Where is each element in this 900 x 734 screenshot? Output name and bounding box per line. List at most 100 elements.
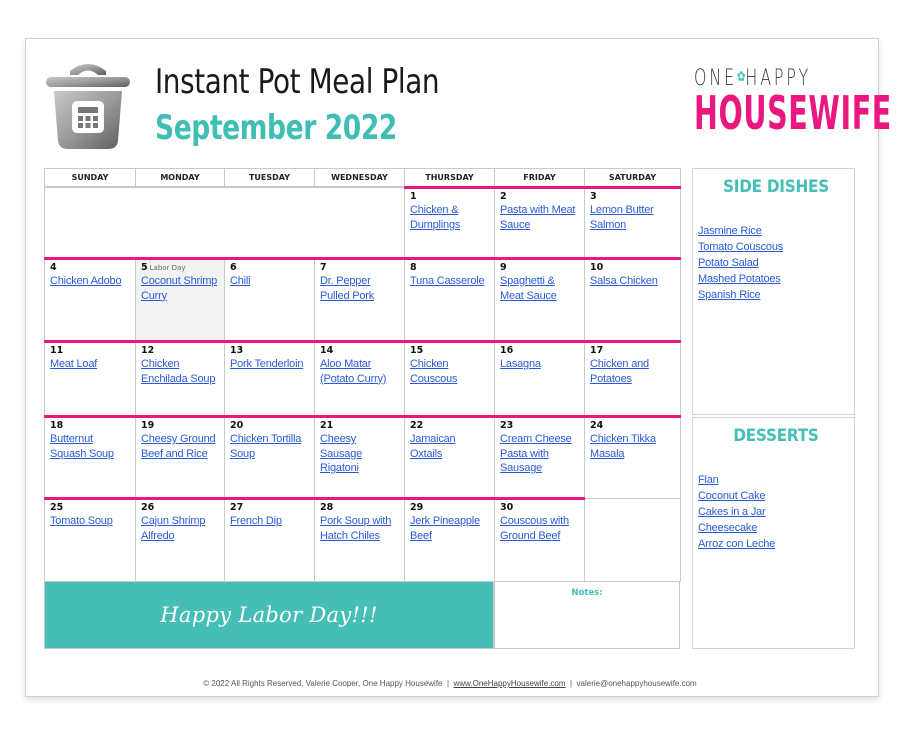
recipe-link[interactable]: Chicken and Potatoes bbox=[590, 357, 675, 386]
recipe-link[interactable]: Jamaican Oxtails bbox=[410, 432, 489, 461]
day-cell: 20 Chicken Tortilla Soup bbox=[224, 416, 315, 499]
footer: © 2022 All Rights Reserved, Valerie Coop… bbox=[0, 679, 900, 688]
day-number: 27 bbox=[230, 502, 309, 514]
footer-website-link[interactable]: www.OneHappyHousewife.com bbox=[453, 679, 565, 688]
weekday-header-thursday: THURSDAY bbox=[404, 168, 495, 187]
day-number-value: 8 bbox=[410, 262, 417, 273]
recipe-link[interactable]: Chicken Tikka Masala bbox=[590, 432, 675, 461]
recipe-link[interactable]: Spaghetti & Meat Sauce bbox=[500, 274, 579, 303]
recipe-link[interactable]: Chicken Enchilada Soup bbox=[141, 357, 219, 386]
day-number-value: 1 bbox=[410, 191, 417, 202]
day-number: 28 bbox=[320, 502, 399, 514]
day-number: 15 bbox=[410, 345, 489, 357]
notes-label: Notes: bbox=[571, 588, 603, 598]
recipe-link[interactable]: Lemon Butter Salmon bbox=[590, 203, 675, 232]
recipe-link[interactable]: Pasta with Meat Sauce bbox=[500, 203, 579, 232]
day-number: 14 bbox=[320, 345, 399, 357]
day-number: 11 bbox=[50, 345, 130, 357]
recipe-link[interactable]: Tomato Couscous bbox=[698, 239, 854, 255]
day-number: 23 bbox=[500, 420, 579, 432]
recipe-link[interactable]: Chicken Tortilla Soup bbox=[230, 432, 309, 461]
day-number-value: 4 bbox=[50, 262, 57, 273]
recipe-link[interactable]: Cream Cheese Pasta with Sausage bbox=[500, 432, 579, 476]
day-number: 24 bbox=[590, 420, 675, 432]
recipe-link[interactable]: Coconut Cake bbox=[698, 488, 854, 504]
week-separator-line bbox=[44, 497, 585, 500]
side-dishes-box: SIDE DISHES Jasmine Rice Tomato Couscous P… bbox=[692, 168, 855, 415]
day-cell: 3 Lemon Butter Salmon bbox=[584, 187, 681, 259]
weekday-header-tuesday: TUESDAY bbox=[224, 168, 315, 187]
recipe-link[interactable]: Potato Salad bbox=[698, 255, 854, 271]
holiday-label: Labor Day bbox=[149, 264, 186, 272]
recipe-link[interactable]: French Dip bbox=[230, 514, 309, 529]
day-number-value: 24 bbox=[590, 420, 604, 431]
recipe-link[interactable]: Chili bbox=[230, 274, 309, 289]
day-cell: 23 Cream Cheese Pasta with Sausage bbox=[494, 416, 585, 499]
day-number: 3 bbox=[590, 191, 675, 203]
day-number-value: 26 bbox=[141, 502, 155, 513]
day-cell: 7 Dr. Pepper Pulled Pork bbox=[314, 258, 405, 342]
desserts-box: DESSERTS Flan Coconut Cake Cakes in a Jar C… bbox=[692, 417, 855, 649]
day-number: 8 bbox=[410, 262, 489, 274]
notes-box[interactable]: Notes: bbox=[494, 581, 680, 649]
day-number-value: 11 bbox=[50, 345, 64, 356]
week-separator-line bbox=[44, 415, 681, 418]
week-separator-line bbox=[404, 186, 681, 189]
recipe-link[interactable]: Chicken Couscous bbox=[410, 357, 489, 386]
day-cell: 25 Tomato Soup bbox=[44, 498, 136, 582]
recipe-link[interactable]: Coconut Shrimp Curry bbox=[141, 274, 219, 303]
recipe-link[interactable]: Spanish Rice bbox=[698, 287, 854, 303]
day-cell: 19 Cheesy Ground Beef and Rice bbox=[135, 416, 225, 499]
recipe-link[interactable]: Arroz con Leche bbox=[698, 536, 854, 552]
recipe-link[interactable]: Aloo Matar (Potato Curry) bbox=[320, 357, 399, 386]
recipe-link[interactable]: Jasmine Rice bbox=[698, 223, 854, 239]
recipe-link[interactable]: Dr. Pepper Pulled Pork bbox=[320, 274, 399, 303]
recipe-link[interactable]: Meat Loaf bbox=[50, 357, 130, 372]
recipe-link[interactable]: Flan bbox=[698, 472, 854, 488]
recipe-link[interactable]: Butternut Squash Soup bbox=[50, 432, 130, 461]
week-separator-line bbox=[44, 257, 681, 260]
day-number: 10 bbox=[590, 262, 675, 274]
day-number-value: 16 bbox=[500, 345, 514, 356]
recipe-link[interactable]: Chicken & Dumplings bbox=[410, 203, 489, 232]
recipe-link[interactable]: Mashed Potatoes bbox=[698, 271, 854, 287]
day-number: 17 bbox=[590, 345, 675, 357]
recipe-link[interactable]: Chicken Adobo bbox=[50, 274, 130, 289]
day-number-value: 5 bbox=[141, 262, 148, 273]
recipe-link[interactable]: Cheesecake bbox=[698, 520, 854, 536]
day-number: 7 bbox=[320, 262, 399, 274]
recipe-link[interactable]: Cajun Shrimp Alfredo bbox=[141, 514, 219, 543]
recipe-link[interactable]: Couscous with Ground Beef bbox=[500, 514, 579, 543]
recipe-link[interactable]: Pork Tenderloin bbox=[230, 357, 309, 372]
day-number: 12 bbox=[141, 345, 219, 357]
recipe-link[interactable]: Pork Soup with Hatch Chiles bbox=[320, 514, 399, 543]
day-number: 1 bbox=[410, 191, 489, 203]
recipe-link[interactable]: Jerk Pineapple Beef bbox=[410, 514, 489, 543]
recipe-link[interactable]: Cheesy Ground Beef and Rice bbox=[141, 432, 219, 461]
day-cell: 24 Chicken Tikka Masala bbox=[584, 416, 681, 499]
day-cell: 30 Couscous with Ground Beef bbox=[494, 498, 585, 582]
day-number-value: 29 bbox=[410, 502, 424, 513]
page-title: Instant Pot Meal Plan bbox=[155, 62, 440, 102]
empty-day-cell bbox=[584, 498, 681, 582]
day-number-value: 15 bbox=[410, 345, 424, 356]
recipe-link[interactable]: Lasagna bbox=[500, 357, 579, 372]
day-number: 16 bbox=[500, 345, 579, 357]
day-number-value: 23 bbox=[500, 420, 514, 431]
holiday-banner-text: Happy Labor Day!!! bbox=[160, 603, 378, 627]
day-cell: 17 Chicken and Potatoes bbox=[584, 341, 681, 417]
day-number: 20 bbox=[230, 420, 309, 432]
day-number-value: 22 bbox=[410, 420, 424, 431]
recipe-link[interactable]: Cheesy Sausage Rigatoni bbox=[320, 432, 399, 476]
holiday-banner: Happy Labor Day!!! bbox=[44, 581, 494, 649]
day-cell: 10 Salsa Chicken bbox=[584, 258, 681, 342]
recipe-link[interactable]: Tuna Casserole bbox=[410, 274, 489, 289]
day-cell: 27 French Dip bbox=[224, 498, 315, 582]
recipe-link[interactable]: Cakes in a Jar bbox=[698, 504, 854, 520]
recipe-link[interactable]: Tomato Soup bbox=[50, 514, 130, 529]
recipe-link[interactable]: Salsa Chicken bbox=[590, 274, 675, 289]
weekday-header-wednesday: WEDNESDAY bbox=[314, 168, 405, 187]
day-cell: 6 Chili bbox=[224, 258, 315, 342]
side-dishes-list: Jasmine Rice Tomato Couscous Potato Salad M… bbox=[698, 223, 854, 303]
day-number-value: 14 bbox=[320, 345, 334, 356]
